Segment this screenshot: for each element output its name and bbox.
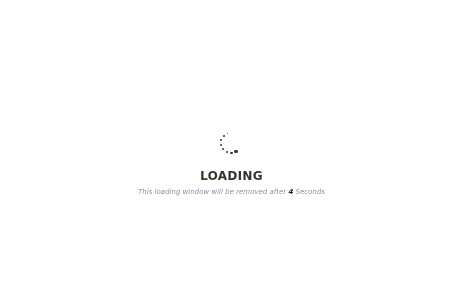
loading-message-prefix: This loading window will be removed afte… bbox=[138, 188, 287, 196]
spinner-dot bbox=[230, 151, 233, 155]
countdown-value: 4 bbox=[288, 188, 294, 196]
spinner-dot bbox=[220, 143, 223, 147]
spinner-dot bbox=[222, 135, 225, 138]
loading-screen: LOADING This loading window will be remo… bbox=[0, 0, 463, 308]
spinner-dot bbox=[221, 147, 225, 151]
loading-message-suffix: Seconds bbox=[295, 188, 325, 196]
spinner-dot bbox=[226, 132, 229, 135]
loading-message: This loading window will be removed afte… bbox=[0, 188, 463, 196]
loading-title: LOADING bbox=[200, 169, 263, 183]
spinner-dot bbox=[234, 150, 238, 154]
spinner-dot bbox=[225, 150, 229, 154]
spinner-dot bbox=[220, 139, 223, 142]
